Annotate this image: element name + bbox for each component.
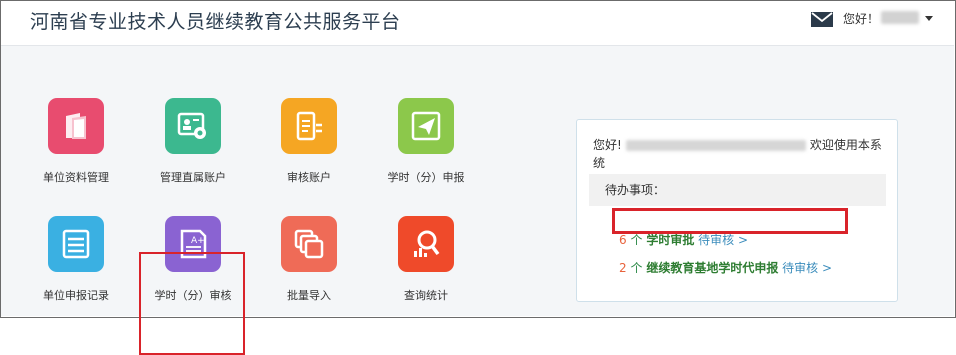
account-settings-icon [165, 98, 221, 154]
svg-text:A+: A+ [191, 236, 205, 246]
task-review-link[interactable]: 待审核 > [698, 233, 748, 247]
todo-header: 待办事项： [589, 174, 886, 206]
task-count: 2 [619, 261, 627, 275]
unit-info-icon [48, 98, 104, 154]
institution-name-redacted [625, 140, 806, 151]
tile-label: 审核账户 [287, 171, 331, 184]
task-name: 学时审批 [646, 233, 695, 247]
highlight-box-tile [139, 252, 245, 355]
tile-label: 学时（分）申报 [387, 171, 465, 184]
tile-batch-import[interactable]: 批量导入 [259, 216, 359, 303]
task-review-link[interactable]: 待审核 > [782, 261, 832, 275]
tile-unit-info[interactable]: 单位资料管理 [26, 98, 126, 185]
search-stats-icon [398, 216, 454, 272]
top-header: 河南省专业技术人员继续教育公共服务平台 您好！ [1, 1, 954, 46]
tile-label: 管理直属账户 [160, 171, 226, 184]
welcome-prefix: 您好! [593, 138, 622, 152]
greeting-text: 您好！ [843, 12, 880, 26]
caret-down-icon[interactable] [925, 16, 933, 21]
welcome-text: 您好! 欢迎使用本系统 [593, 136, 893, 172]
task-count: 6 [619, 233, 627, 247]
highlight-box-task [612, 208, 848, 234]
tile-unit-records[interactable]: 单位申报记录 [26, 216, 126, 303]
mail-icon[interactable] [811, 12, 833, 27]
batch-import-icon [281, 216, 337, 272]
task-unit: 个 [630, 233, 643, 247]
tile-review-accounts[interactable]: 审核账户 [259, 98, 359, 185]
main-content: 单位资料管理 管理直属账户 审核账户 学时（分）申报 单位申报记录 A+ 学时（… [1, 46, 954, 355]
task-item-base-declare[interactable]: 2 个 继续教育基地学时代申报 待审核 > [619, 259, 832, 276]
tile-label: 查询统计 [404, 289, 448, 302]
list-record-icon [48, 216, 104, 272]
tile-query-stats[interactable]: 查询统计 [376, 216, 476, 303]
tile-label: 批量导入 [287, 289, 331, 302]
task-name: 继续教育基地学时代申报 [646, 261, 779, 275]
tile-label: 单位资料管理 [43, 171, 109, 184]
todo-label: 待办事项： [605, 183, 666, 197]
site-title: 河南省专业技术人员继续教育公共服务平台 [30, 11, 401, 33]
user-name-redacted[interactable] [881, 11, 919, 24]
tile-credit-declare[interactable]: 学时（分）申报 [376, 98, 476, 185]
tile-manage-accounts[interactable]: 管理直属账户 [143, 98, 243, 185]
tile-label: 单位申报记录 [43, 289, 109, 302]
review-account-icon [281, 98, 337, 154]
paper-plane-icon [398, 98, 454, 154]
task-unit: 个 [630, 261, 643, 275]
